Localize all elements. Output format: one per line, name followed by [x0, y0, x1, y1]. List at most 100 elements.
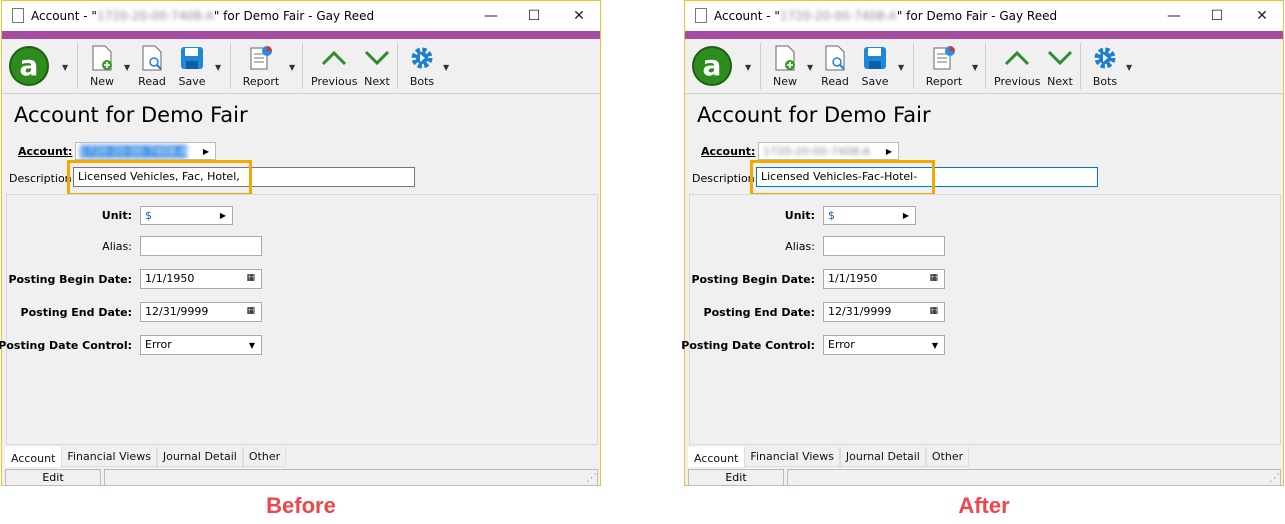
read-icon: [825, 45, 845, 71]
new-button[interactable]: New: [86, 41, 118, 88]
gear-icon: [411, 47, 433, 69]
report-button[interactable]: Report: [923, 41, 965, 88]
alias-input[interactable]: [140, 236, 262, 256]
edit-status: Edit: [688, 469, 784, 486]
save-dropdown-icon[interactable]: ▼: [215, 63, 221, 72]
alias-label: Alias:: [785, 240, 815, 253]
chevron-down-icon[interactable]: ▼: [249, 341, 255, 350]
posting-date-control-label: Posting Date Control:: [0, 339, 132, 352]
posting-end-date-input[interactable]: 12/31/9999 ▦: [823, 302, 945, 322]
account-field[interactable]: 1720-20-00-7408-A ▶: [758, 142, 899, 160]
tab-account[interactable]: Account: [5, 447, 62, 467]
unit-field[interactable]: $ ▶: [140, 206, 233, 225]
blurred-account-number: 1720-20-00-7408-A: [779, 9, 897, 23]
account-field[interactable]: 1720-20-00-7408-A ▶: [75, 142, 216, 160]
app-logo-icon: a: [9, 46, 49, 86]
app-logo-icon: a: [692, 46, 732, 86]
posting-date-control-select[interactable]: Error ▼: [140, 335, 262, 355]
chevron-up-icon: [1004, 50, 1030, 66]
close-button[interactable]: ✕: [564, 5, 594, 27]
posting-end-date-label: Posting End Date:: [703, 306, 815, 319]
account-window: Account - "1720-20-00-7408-A" for Demo F…: [681, 0, 1284, 486]
save-icon: [181, 47, 203, 69]
logo-dropdown-icon[interactable]: ▼: [62, 63, 68, 72]
calendar-icon[interactable]: ▦: [929, 306, 938, 316]
report-icon: [933, 46, 955, 70]
unit-label: Unit:: [784, 209, 815, 222]
alias-input[interactable]: [823, 236, 945, 256]
minimize-button[interactable]: —: [1159, 5, 1189, 27]
tab-financial-views[interactable]: Financial Views: [61, 447, 157, 467]
bots-button[interactable]: Bots: [407, 41, 437, 88]
new-dropdown-icon[interactable]: ▼: [807, 63, 813, 72]
window-title: Account - "1720-20-00-7408-A" for Demo F…: [714, 9, 1058, 23]
highlight-box: [67, 160, 252, 196]
posting-date-control-select[interactable]: Error ▼: [823, 335, 945, 355]
account-window: Account - "1720-20-00-7408-A" for Demo F…: [0, 0, 601, 486]
title-bar: Account - "1720-20-00-7408-A" for Demo F…: [685, 1, 1283, 31]
app-logo-button[interactable]: a: [8, 45, 50, 90]
accent-bar: [685, 31, 1283, 39]
resize-grip-icon[interactable]: ⋰: [586, 471, 597, 484]
tab-other[interactable]: Other: [242, 447, 287, 467]
next-button[interactable]: Next: [363, 41, 391, 88]
new-icon: [775, 45, 795, 71]
calendar-icon[interactable]: ▦: [246, 273, 255, 283]
account-lookup-arrow-icon[interactable]: ▶: [886, 147, 892, 156]
tab-financial-views[interactable]: Financial Views: [744, 447, 840, 467]
report-button[interactable]: Report: [240, 41, 282, 88]
tab-journal-detail[interactable]: Journal Detail: [156, 447, 243, 467]
read-icon: [142, 45, 162, 71]
report-dropdown-icon[interactable]: ▼: [972, 63, 978, 72]
document-icon: [12, 8, 24, 23]
chevron-up-icon: [321, 50, 347, 66]
posting-end-date-input[interactable]: 12/31/9999 ▦: [140, 302, 262, 322]
resize-grip-icon[interactable]: ⋰: [1269, 471, 1280, 484]
bots-dropdown-icon[interactable]: ▼: [1126, 63, 1132, 72]
posting-begin-date-label: Posting Begin Date:: [8, 273, 132, 286]
save-button[interactable]: Save: [859, 41, 891, 88]
previous-button[interactable]: Previous: [994, 41, 1041, 88]
account-panel: [6, 194, 598, 445]
unit-arrow-icon[interactable]: ▶: [220, 211, 226, 220]
tab-other[interactable]: Other: [925, 447, 970, 467]
posting-begin-date-input[interactable]: 1/1/1950 ▦: [140, 269, 262, 289]
maximize-button[interactable]: ☐: [519, 5, 549, 27]
posting-begin-date-input[interactable]: 1/1/1950 ▦: [823, 269, 945, 289]
gear-icon: [1094, 47, 1116, 69]
title-bar: Account - "1720-20-00-7408-A" for Demo F…: [2, 1, 600, 31]
app-logo-button[interactable]: a: [691, 45, 733, 90]
new-dropdown-icon[interactable]: ▼: [124, 63, 130, 72]
read-button[interactable]: Read: [136, 41, 168, 88]
page-title: Account for Demo Fair: [697, 103, 931, 127]
page-title: Account for Demo Fair: [14, 103, 248, 127]
previous-button[interactable]: Previous: [311, 41, 358, 88]
maximize-button[interactable]: ☐: [1202, 5, 1232, 27]
save-dropdown-icon[interactable]: ▼: [898, 63, 904, 72]
blurred-account-number: 1720-20-00-7408-A: [96, 9, 214, 23]
read-button[interactable]: Read: [819, 41, 851, 88]
tab-bar: Account Financial Views Journal Detail O…: [688, 447, 970, 467]
posting-end-date-label: Posting End Date:: [20, 306, 132, 319]
accent-bar: [2, 31, 600, 39]
minimize-button[interactable]: —: [476, 5, 506, 27]
unit-field[interactable]: $ ▶: [823, 206, 916, 225]
chevron-down-icon[interactable]: ▼: [932, 341, 938, 350]
bots-button[interactable]: Bots: [1090, 41, 1120, 88]
unit-arrow-icon[interactable]: ▶: [903, 211, 909, 220]
close-button[interactable]: ✕: [1247, 5, 1277, 27]
calendar-icon[interactable]: ▦: [246, 306, 255, 316]
account-lookup-arrow-icon[interactable]: ▶: [203, 147, 209, 156]
new-button[interactable]: New: [769, 41, 801, 88]
alias-label: Alias:: [102, 240, 132, 253]
save-button[interactable]: Save: [176, 41, 208, 88]
report-dropdown-icon[interactable]: ▼: [289, 63, 295, 72]
bots-dropdown-icon[interactable]: ▼: [443, 63, 449, 72]
tab-journal-detail[interactable]: Journal Detail: [839, 447, 926, 467]
tab-account[interactable]: Account: [688, 447, 745, 467]
calendar-icon[interactable]: ▦: [929, 273, 938, 283]
logo-dropdown-icon[interactable]: ▼: [745, 63, 751, 72]
next-button[interactable]: Next: [1046, 41, 1074, 88]
caption-label: After: [958, 493, 1010, 518]
edit-status: Edit: [5, 469, 101, 486]
